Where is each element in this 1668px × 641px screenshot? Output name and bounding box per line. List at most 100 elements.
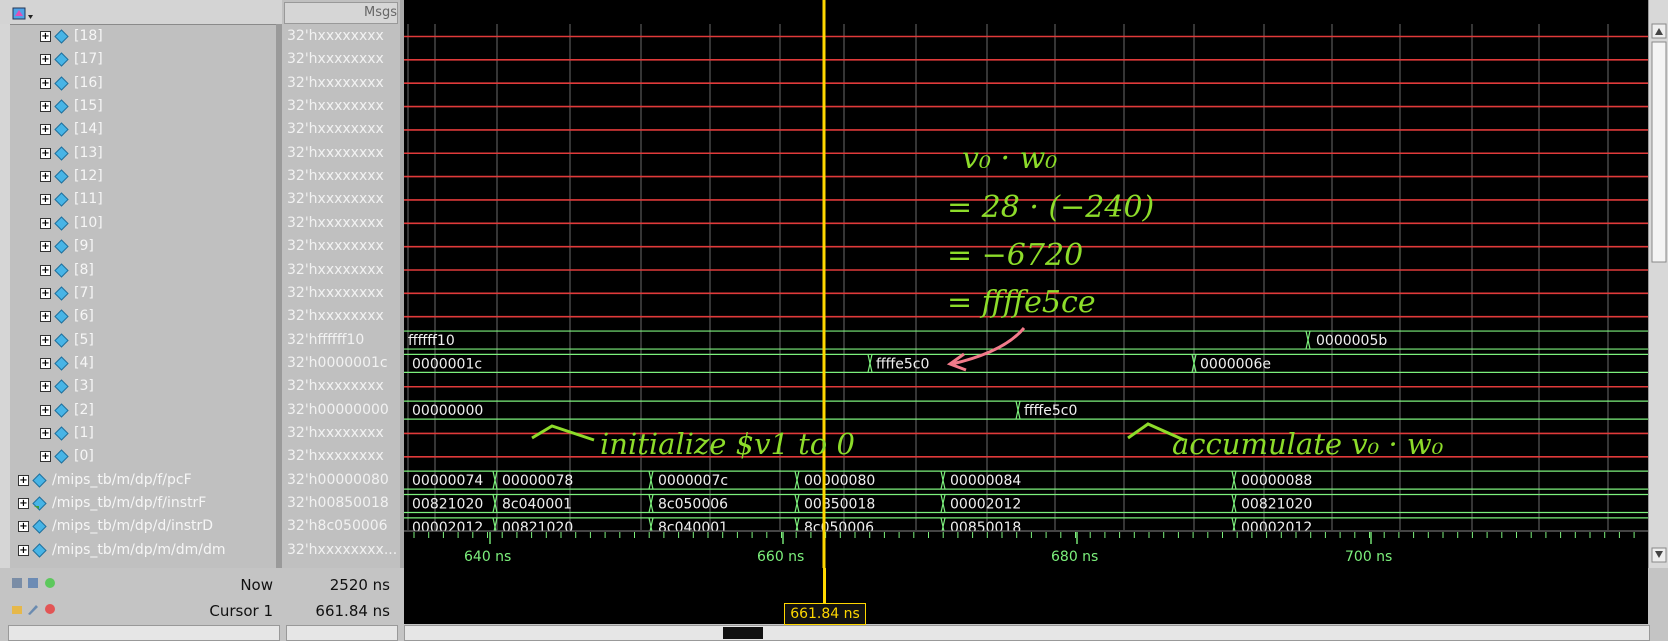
bus-diamond-icon	[54, 286, 69, 301]
wave-value-label: 0000007c	[658, 473, 728, 489]
bus-diamond-icon	[54, 99, 69, 114]
cursor-bar	[404, 568, 1648, 624]
cursor-toolbar-icons[interactable]	[12, 602, 62, 616]
wave-value-label: ffffe5c0	[876, 356, 929, 372]
timeline-tick-label: 640 ns	[464, 549, 511, 565]
name-pane-hscroll[interactable]	[8, 625, 280, 641]
signal-value: 32'h8c050006	[287, 518, 388, 535]
wave-value-label: 00002012	[950, 497, 1021, 513]
signal-name: [1]	[74, 424, 94, 441]
signal-name: [11]	[74, 191, 103, 208]
bus-diamond-icon	[32, 519, 47, 535]
signal-name: [7]	[74, 284, 94, 301]
bus-diamond-icon	[54, 29, 69, 44]
waveform-pane[interactable]: ffffff10 0000005b 0000001c ffffe5c0 0000006e…	[404, 0, 1648, 568]
expand-plus-icon[interactable]: +	[40, 31, 51, 42]
wave-value-label: 00821020	[412, 497, 483, 513]
signal-value: 32'h00000080	[287, 471, 389, 488]
wave-hscroll-thumb[interactable]	[723, 627, 763, 639]
msgs-header: Msgs	[284, 2, 398, 24]
signal-name: /mips_tb/m/dp/f/pcF	[52, 471, 192, 488]
wave-value-label: ffffff10	[408, 333, 455, 349]
bus-diamond-icon	[32, 542, 47, 558]
vertical-scrollbar[interactable]	[1648, 0, 1668, 568]
expand-plus-icon[interactable]: +	[40, 381, 51, 393]
cursor-time-badge[interactable]: 661.84 ns	[784, 603, 866, 625]
bus-diamond-icon	[54, 192, 69, 208]
annotation-text: = −6720	[947, 238, 1083, 273]
expand-plus-icon[interactable]: +	[40, 217, 51, 229]
signal-value: 32'hffffff10	[287, 331, 365, 348]
bus-diamond-icon	[54, 356, 69, 371]
cursor-line-extension	[823, 568, 826, 604]
signal-name: [16]	[74, 74, 103, 91]
wave-value-label: 00000088	[1241, 473, 1312, 489]
cursor-value: 661.84 ns	[315, 602, 390, 620]
signal-value: 32'h00850018	[287, 495, 389, 511]
signal-name: [13]	[74, 144, 103, 161]
expand-plus-icon[interactable]: +	[40, 334, 51, 346]
expand-plus-icon[interactable]: +	[40, 451, 51, 463]
expand-plus-icon[interactable]: +	[18, 544, 29, 556]
expand-plus-icon[interactable]: +	[40, 287, 51, 299]
signal-value: 32'hxxxxxxxx	[287, 98, 384, 115]
expand-plus-icon[interactable]: +	[40, 54, 51, 66]
vertical-scroll-thumb	[1651, 41, 1667, 263]
signal-name: [14]	[74, 121, 103, 138]
wave-value-label: 00850018	[804, 497, 875, 513]
name-pane-left-strip	[0, 24, 10, 568]
signal-value: 32'h0000001c	[287, 354, 388, 371]
wave-value-label: ffffe5c0	[1024, 403, 1077, 419]
signal-value: 32'h00000000	[287, 401, 389, 418]
expand-plus-icon[interactable]: +	[40, 241, 51, 253]
expand-plus-icon[interactable]: +	[40, 404, 51, 416]
bus-diamond-icon	[54, 52, 69, 68]
signal-value: 32'hxxxxxxxx	[287, 378, 384, 395]
timeline-tick-label: 700 ns	[1345, 549, 1392, 565]
timeline-tick-label: 660 ns	[757, 549, 804, 565]
expand-plus-icon[interactable]: +	[40, 264, 51, 276]
bus-diamond-icon	[54, 402, 69, 418]
expand-plus-icon[interactable]: +	[40, 427, 51, 439]
expand-plus-icon[interactable]: +	[40, 147, 51, 159]
input-bus-icon	[32, 496, 47, 511]
expand-plus-icon[interactable]: +	[40, 194, 51, 206]
signal-name: [17]	[74, 51, 103, 68]
annotation-text: = 28 · (−240)	[947, 190, 1154, 225]
bus-diamond-icon	[54, 216, 69, 231]
wave-value-label: 00000078	[502, 473, 573, 489]
signal-value: 32'hxxxxxxxx	[287, 284, 384, 301]
bus-diamond-icon	[54, 75, 69, 91]
signal-name: [9]	[74, 238, 94, 255]
signal-value: 32'hxxxxxxxx	[287, 168, 384, 185]
expand-plus-icon[interactable]: +	[18, 498, 29, 509]
signal-value: 32'hxxxxxxxx	[287, 308, 384, 325]
wave-toolbar-icon[interactable]	[11, 4, 35, 22]
wave-value-label: 0000005b	[1316, 333, 1387, 349]
expand-plus-icon[interactable]: +	[40, 124, 51, 136]
expand-plus-icon[interactable]: +	[40, 311, 51, 323]
signal-name: [6]	[74, 308, 94, 325]
now-toolbar-icons[interactable]	[12, 576, 62, 590]
wave-value-label: 0000001c	[412, 356, 482, 372]
expand-plus-icon[interactable]: +	[18, 521, 29, 533]
bus-diamond-icon	[54, 122, 69, 138]
cursor-label[interactable]: Cursor 1	[209, 602, 273, 620]
signal-name: [8]	[74, 261, 94, 278]
value-pane-hscroll[interactable]	[286, 625, 398, 641]
wave-value-label: 00000000	[412, 403, 483, 419]
signal-value: 32'hxxxxxxxx	[287, 261, 384, 278]
wave-pane-hscroll[interactable]	[404, 625, 1650, 641]
expand-plus-icon[interactable]: +	[40, 171, 51, 183]
expand-plus-icon[interactable]: +	[40, 77, 51, 89]
timeline-tick-label: 680 ns	[1051, 549, 1098, 565]
expand-plus-icon[interactable]: +	[18, 474, 29, 486]
bus-diamond-icon	[54, 169, 69, 184]
expand-plus-icon[interactable]: +	[40, 101, 51, 113]
wave-value-label: 00821020	[1241, 497, 1312, 513]
now-value: 2520 ns	[329, 576, 390, 594]
annotation-text: initialize $v1 to 0	[600, 427, 855, 461]
expand-plus-icon[interactable]: +	[40, 357, 51, 369]
signal-value: 32'hxxxxxxxx	[287, 51, 384, 68]
bus-diamond-icon	[54, 262, 69, 278]
